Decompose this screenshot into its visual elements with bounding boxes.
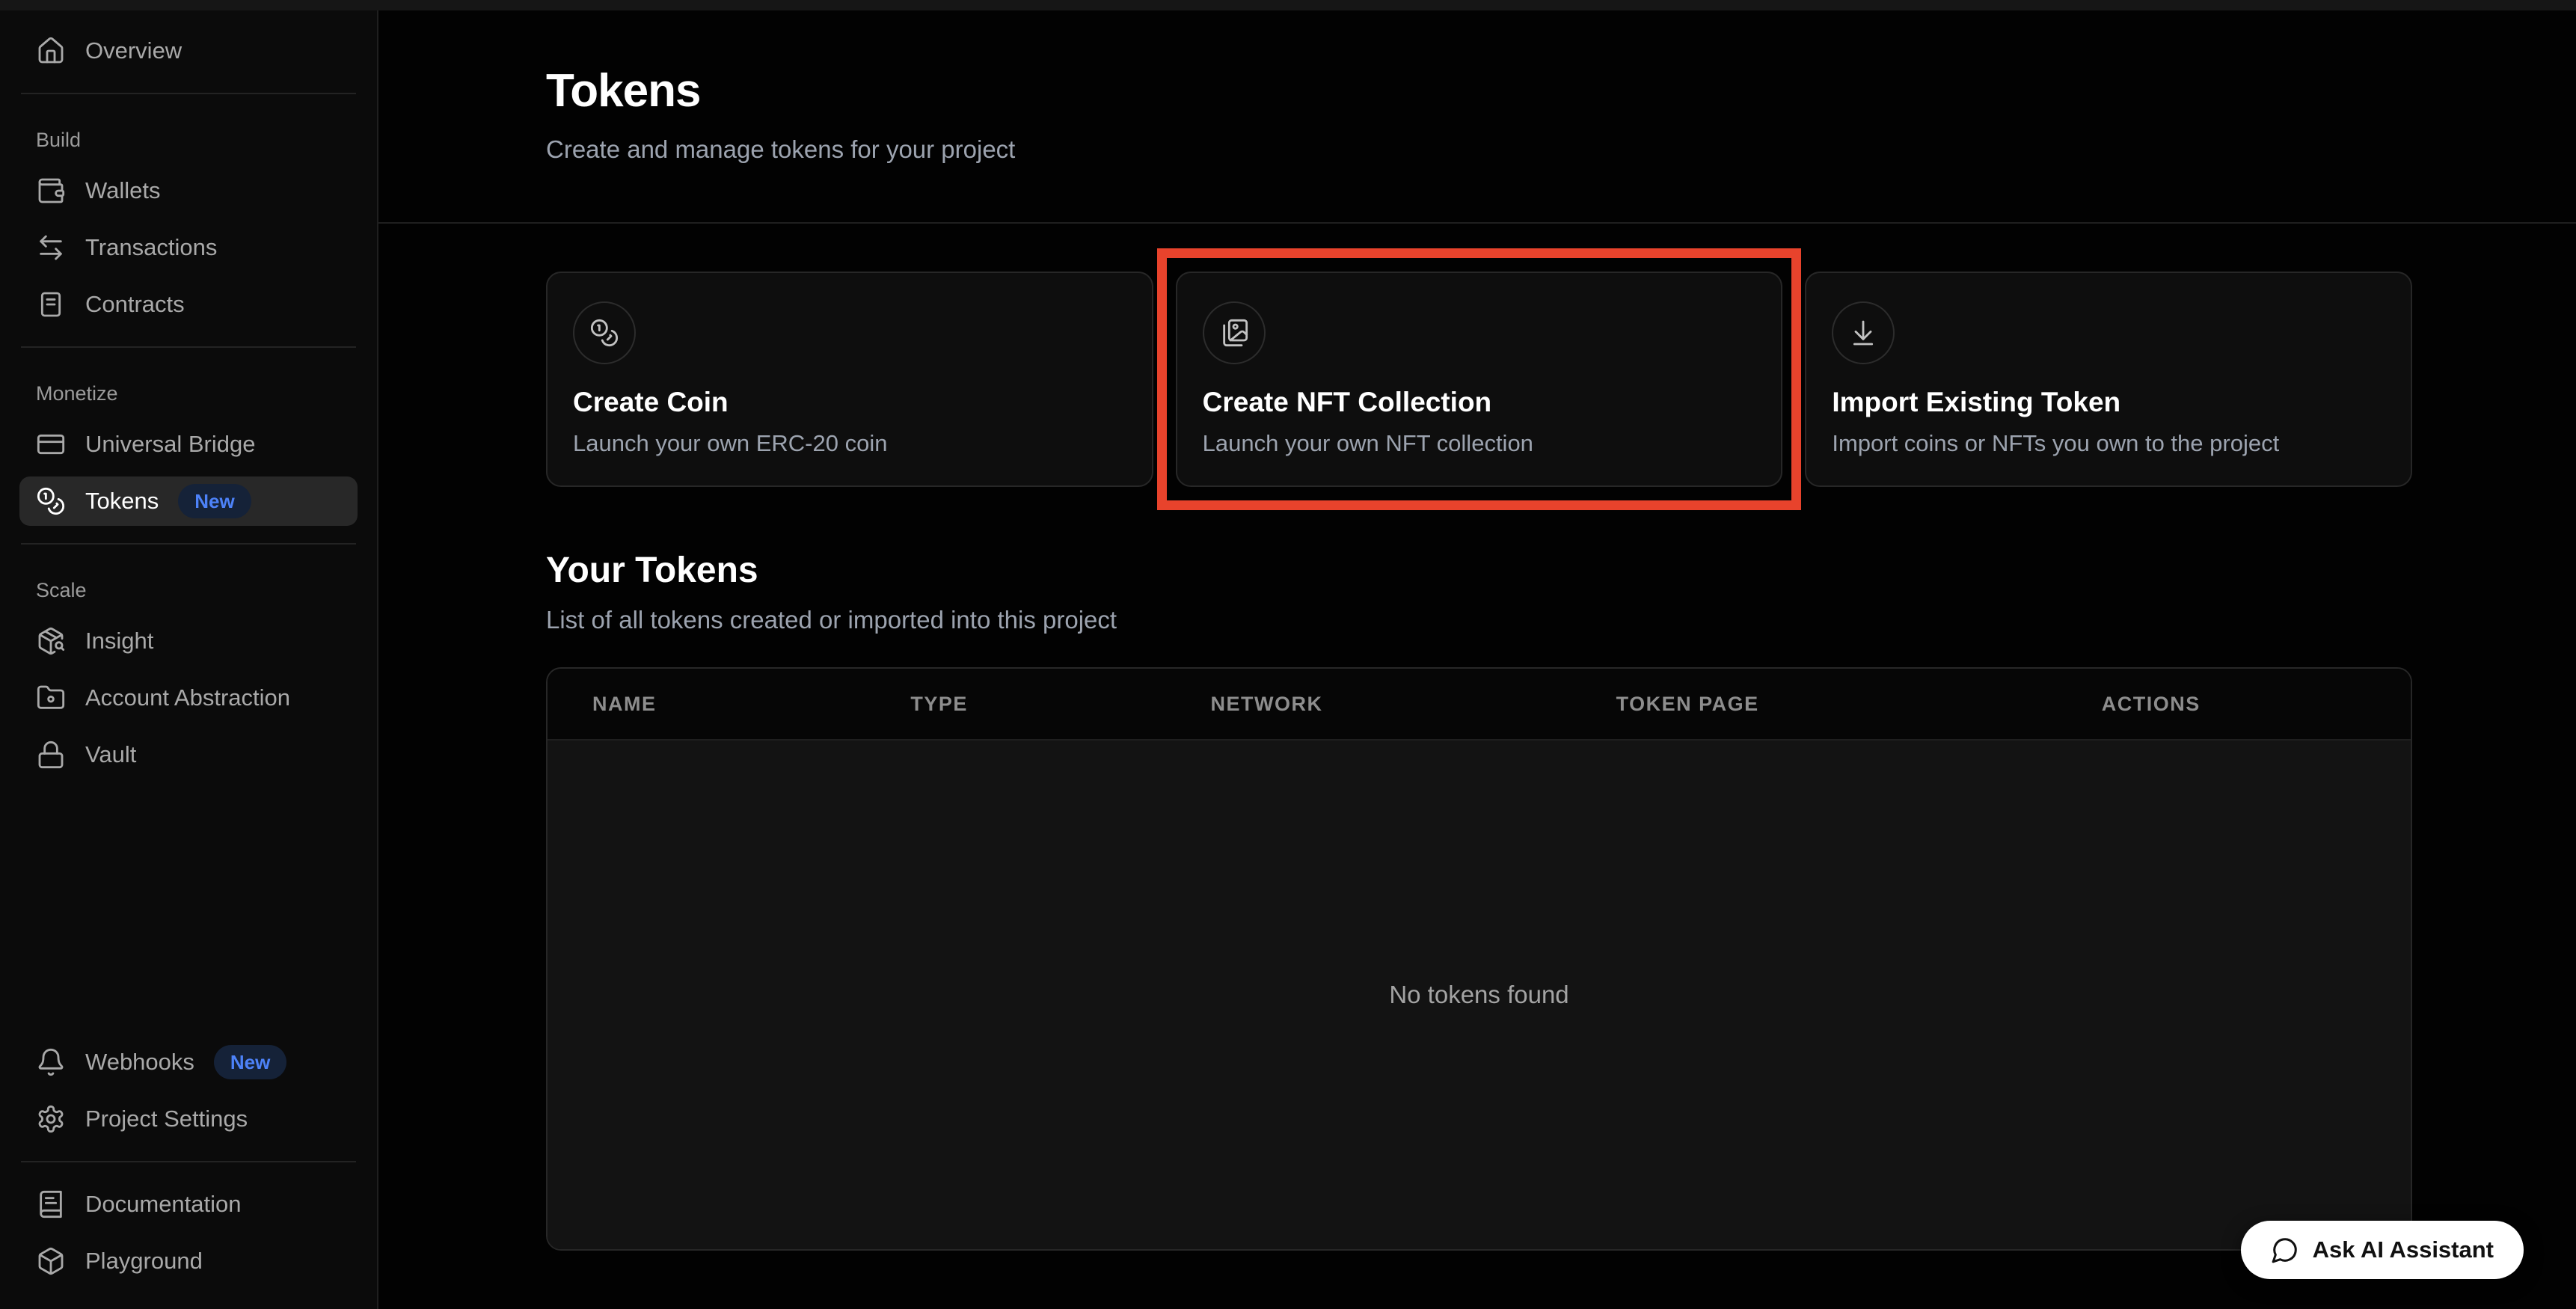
card-import-existing-token[interactable]: Import Existing Token Import coins or NF…	[1805, 272, 2412, 487]
sidebar-item-webhooks[interactable]: Webhooks New	[19, 1037, 358, 1087]
sidebar-item-label: Contracts	[85, 291, 185, 318]
sidebar-item-playground[interactable]: Playground	[19, 1236, 358, 1286]
column-header-type: TYPE	[910, 693, 1210, 716]
sidebar-item-label: Account Abstraction	[85, 684, 290, 711]
sidebar-item-label: Insight	[85, 628, 153, 654]
new-badge: New	[214, 1045, 286, 1079]
sidebar-item-label: Overview	[85, 37, 182, 64]
folder-dot-icon	[36, 683, 66, 713]
lock-icon	[36, 740, 66, 770]
file-text-icon	[36, 289, 66, 319]
card-description: Launch your own ERC-20 coin	[573, 430, 1126, 457]
wallet-icon	[36, 176, 66, 206]
sidebar-item-universal-bridge[interactable]: Universal Bridge	[19, 420, 358, 469]
divider	[21, 93, 356, 94]
cube-icon	[36, 1246, 66, 1276]
home-icon	[36, 36, 66, 66]
sidebar-section-build: Build	[19, 108, 358, 162]
tokens-table-body: No tokens found	[548, 741, 2411, 1249]
column-header-network: NETWORK	[1211, 693, 1616, 716]
sidebar-spacer	[19, 783, 358, 1034]
sidebar-item-label: Webhooks	[85, 1049, 194, 1076]
sidebar-item-overview[interactable]: Overview	[19, 26, 358, 76]
coins-icon	[36, 486, 66, 516]
column-header-token-page: TOKEN PAGE	[1616, 693, 2102, 716]
sidebar-item-vault[interactable]: Vault	[19, 730, 358, 779]
top-strip	[0, 0, 2576, 10]
empty-state-message: No tokens found	[1389, 981, 1568, 1009]
card-title: Import Existing Token	[1832, 387, 2385, 418]
ask-ai-assistant-label: Ask AI Assistant	[2313, 1236, 2494, 1263]
sidebar-item-insight[interactable]: Insight	[19, 616, 358, 666]
column-header-actions: ACTIONS	[2102, 693, 2411, 716]
sidebar-item-label: Project Settings	[85, 1106, 248, 1132]
tokens-table-header: NAME TYPE NETWORK TOKEN PAGE ACTIONS	[548, 669, 2411, 741]
sidebar-item-contracts[interactable]: Contracts	[19, 280, 358, 329]
card-title: Create NFT Collection	[1203, 387, 1756, 418]
sidebar: Overview Build Wallets Transactions Cont…	[0, 10, 378, 1309]
card-create-nft-collection[interactable]: Create NFT Collection Launch your own NF…	[1176, 272, 1783, 487]
sidebar-item-tokens[interactable]: Tokens New	[19, 476, 358, 526]
sidebar-item-label: Documentation	[85, 1191, 242, 1218]
page-header: Tokens Create and manage tokens for your…	[378, 10, 2576, 224]
your-tokens-section: Your Tokens List of all tokens created o…	[378, 550, 2576, 1251]
book-icon	[36, 1189, 66, 1219]
divider	[21, 543, 356, 545]
coins-icon	[573, 301, 636, 364]
new-badge: New	[178, 484, 251, 518]
divider	[21, 346, 356, 348]
images-icon	[1203, 301, 1266, 364]
your-tokens-subtitle: List of all tokens created or imported i…	[546, 606, 2412, 634]
sidebar-item-label: Tokens	[85, 488, 159, 515]
sidebar-section-monetize: Monetize	[19, 361, 358, 416]
sidebar-item-label: Vault	[85, 741, 136, 768]
main-content: Tokens Create and manage tokens for your…	[378, 10, 2576, 1309]
sidebar-item-label: Universal Bridge	[85, 431, 255, 458]
ask-ai-assistant-button[interactable]: Ask AI Assistant	[2241, 1221, 2524, 1279]
credit-card-icon	[36, 429, 66, 459]
token-action-cards: Create Coin Launch your own ERC-20 coin …	[378, 272, 2576, 487]
sidebar-item-project-settings[interactable]: Project Settings	[19, 1094, 358, 1144]
page-title: Tokens	[546, 64, 2412, 117]
sidebar-item-documentation[interactable]: Documentation	[19, 1180, 358, 1229]
page-subtitle: Create and manage tokens for your projec…	[546, 135, 2412, 164]
tokens-table: NAME TYPE NETWORK TOKEN PAGE ACTIONS No …	[546, 667, 2412, 1251]
sidebar-item-label: Wallets	[85, 177, 160, 204]
sidebar-item-label: Transactions	[85, 234, 217, 261]
bell-icon	[36, 1047, 66, 1077]
card-title: Create Coin	[573, 387, 1126, 418]
sidebar-item-account-abstraction[interactable]: Account Abstraction	[19, 673, 358, 723]
sidebar-section-scale: Scale	[19, 558, 358, 613]
column-header-name: NAME	[592, 693, 910, 716]
arrows-left-right-icon	[36, 233, 66, 263]
card-description: Import coins or NFTs you own to the proj…	[1832, 430, 2385, 457]
chat-bubble-icon	[2271, 1236, 2299, 1264]
card-create-coin[interactable]: Create Coin Launch your own ERC-20 coin	[546, 272, 1153, 487]
package-search-icon	[36, 626, 66, 656]
sidebar-item-wallets[interactable]: Wallets	[19, 166, 358, 215]
card-description: Launch your own NFT collection	[1203, 430, 1756, 457]
your-tokens-title: Your Tokens	[546, 550, 2412, 591]
divider	[21, 1161, 356, 1162]
sidebar-item-transactions[interactable]: Transactions	[19, 223, 358, 272]
sidebar-item-label: Playground	[85, 1248, 203, 1275]
download-icon	[1832, 301, 1895, 364]
gear-icon	[36, 1104, 66, 1134]
